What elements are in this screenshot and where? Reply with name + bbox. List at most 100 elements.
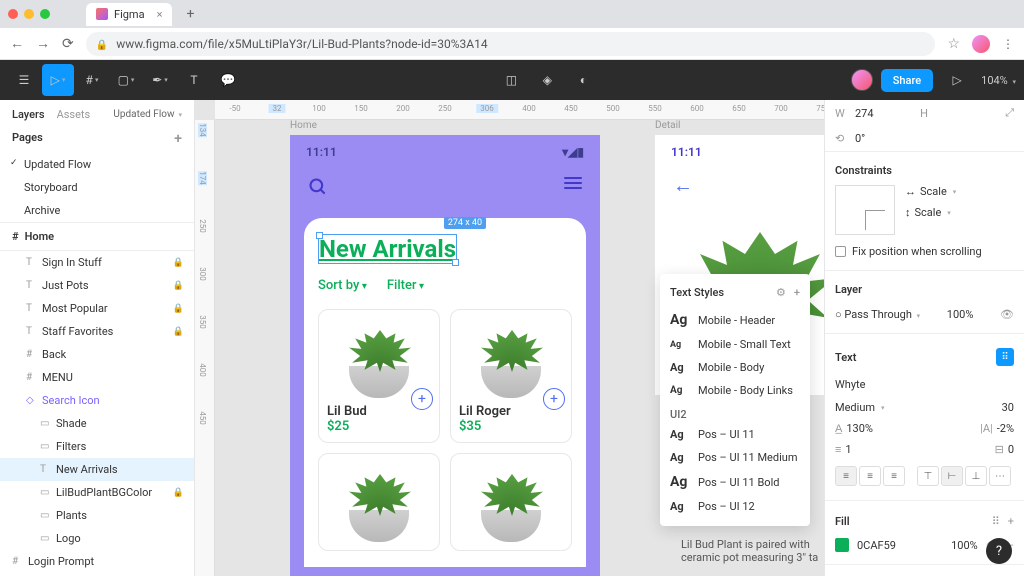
window-controls[interactable]: [8, 9, 50, 19]
layer-item[interactable]: ▭Shade: [0, 412, 194, 435]
home-frame-header[interactable]: # Home: [0, 222, 194, 251]
mask-tool[interactable]: ◈: [531, 64, 563, 96]
page-item[interactable]: Updated Flow: [0, 153, 194, 176]
align-top-button[interactable]: ⊤: [917, 466, 939, 486]
layer-item[interactable]: TStaff Favorites🔒: [0, 320, 194, 343]
back-icon[interactable]: ←: [10, 35, 24, 52]
layer-opacity[interactable]: 100%: [947, 308, 974, 321]
align-center-button[interactable]: ≡: [859, 466, 881, 486]
font-family-select[interactable]: Whyte: [835, 378, 865, 391]
add-style-icon[interactable]: +: [794, 286, 800, 299]
fix-scroll-checkbox[interactable]: [835, 246, 846, 257]
layer-item[interactable]: #Login Prompt: [0, 550, 194, 573]
url-text: www.figma.com/file/x5MuLtiPlaY3r/Lil-Bud…: [116, 37, 487, 51]
tab-close-icon[interactable]: ×: [157, 8, 163, 21]
more-type-button[interactable]: ⋯: [989, 466, 1011, 486]
text-tool[interactable]: T: [178, 64, 210, 96]
comment-tool[interactable]: 💬: [212, 64, 244, 96]
text-style-item[interactable]: AgMobile - Body Links: [660, 379, 810, 402]
font-size-input[interactable]: 30: [929, 401, 1015, 414]
layer-item[interactable]: ▭Logo: [0, 527, 194, 550]
menu-icon[interactable]: ⋮: [1002, 37, 1014, 51]
zoom-level[interactable]: 104% ▾: [981, 74, 1016, 87]
share-button[interactable]: Share: [881, 69, 933, 92]
present-button[interactable]: ▷: [941, 64, 973, 96]
canvas[interactable]: -503210015020025030640045050055060065070…: [195, 100, 824, 576]
line-height-input[interactable]: A̲ 130%: [835, 422, 921, 435]
page-item[interactable]: Archive: [0, 199, 194, 222]
layer-item[interactable]: TNew Arrivals: [0, 458, 194, 481]
frame-home[interactable]: 11:11 ▾◢▮ 274 x 40 New Arrivals Sort by …: [290, 135, 600, 576]
profile-avatar[interactable]: [972, 35, 990, 53]
layer-item[interactable]: ▭Plants: [0, 504, 194, 527]
layer-item[interactable]: #MENU: [0, 366, 194, 389]
frame-label[interactable]: Home: [290, 120, 317, 131]
layer-item[interactable]: TSign In Stuff🔒: [0, 251, 194, 274]
add-page-button[interactable]: +: [174, 131, 182, 147]
lock-icon[interactable]: 🔒: [173, 488, 184, 498]
width-input[interactable]: 274: [855, 107, 914, 120]
style-button[interactable]: ⠿: [996, 348, 1014, 366]
component-tool[interactable]: ◫: [495, 64, 527, 96]
page-item[interactable]: Storyboard: [0, 176, 194, 199]
text-style-item[interactable]: AgPos – UI 11 Medium: [660, 446, 810, 469]
collaborator-avatar[interactable]: [851, 69, 873, 91]
boolean-tool[interactable]: ◐: [567, 64, 599, 96]
pen-tool[interactable]: ✒▾: [144, 64, 176, 96]
fill-color-swatch[interactable]: [835, 538, 849, 552]
paragraph-indent[interactable]: ⊟ 0: [929, 443, 1015, 456]
text-style-item[interactable]: AgMobile - Header: [660, 307, 810, 333]
shape-tool[interactable]: ▢▾: [110, 64, 142, 96]
align-right-button[interactable]: ≡: [883, 466, 905, 486]
main-menu-button[interactable]: ☰: [8, 64, 40, 96]
font-weight-select[interactable]: Medium ▾: [835, 401, 921, 414]
layer-item[interactable]: TMost Popular🔒: [0, 297, 194, 320]
page-selector[interactable]: Updated Flow ▾: [113, 108, 182, 121]
help-button[interactable]: ?: [986, 538, 1012, 564]
text-style-item[interactable]: AgPos – UI 12: [660, 495, 810, 518]
constraints-widget[interactable]: [835, 185, 895, 235]
frame-label[interactable]: Detail: [655, 120, 680, 131]
lock-icon[interactable]: 🔒: [173, 327, 184, 337]
layer-item[interactable]: #Back: [0, 343, 194, 366]
paragraph-spacing[interactable]: ≡ 1: [835, 443, 921, 456]
text-styles-panel[interactable]: Text Styles ⚙ + AgMobile - HeaderAgMobil…: [660, 274, 810, 526]
layer-item[interactable]: ▭LilBudPlantBGColor🔒: [0, 481, 194, 504]
layer-item[interactable]: TJust Pots🔒: [0, 274, 194, 297]
add-fill-icon[interactable]: +: [1008, 515, 1014, 528]
text-style-item[interactable]: AgPos – UI 11: [660, 423, 810, 446]
layers-tab[interactable]: Layers: [12, 108, 45, 121]
align-left-button[interactable]: ≡: [835, 466, 857, 486]
visibility-icon[interactable]: 👁: [1000, 308, 1014, 321]
text-style-item[interactable]: AgPos – UI 11 Bold: [660, 469, 810, 495]
new-tab-button[interactable]: +: [186, 6, 194, 22]
text-style-item[interactable]: AgMobile - Body: [660, 356, 810, 379]
frame-tool[interactable]: #▾: [76, 64, 108, 96]
constrain-icon[interactable]: ⤢: [1005, 106, 1014, 120]
assets-tab[interactable]: Assets: [57, 108, 91, 121]
fill-hex-input[interactable]: 0CAF59: [857, 539, 896, 552]
align-bottom-button[interactable]: ⊥: [965, 466, 987, 486]
selected-text-node[interactable]: 274 x 40 New Arrivals: [318, 234, 457, 264]
address-bar[interactable]: www.figma.com/file/x5MuLtiPlaY3r/Lil-Bud…: [86, 32, 936, 56]
align-middle-button[interactable]: ⊢: [941, 466, 963, 486]
forward-icon[interactable]: →: [36, 35, 50, 52]
v-constraint-select[interactable]: ↕ Scale ▾: [905, 206, 1014, 219]
bookmark-icon[interactable]: ☆: [947, 36, 960, 52]
text-style-item[interactable]: AgMobile - Small Text: [660, 333, 810, 356]
browser-tab[interactable]: Figma ×: [86, 3, 172, 26]
rotation-input[interactable]: 0°: [855, 132, 865, 145]
fill-opacity-input[interactable]: 100%: [951, 539, 978, 552]
blend-mode-select[interactable]: ○ Pass Through ▾: [835, 308, 920, 321]
h-constraint-select[interactable]: ↔ Scale ▾: [905, 185, 1014, 198]
letter-spacing-input[interactable]: |A| -2%: [929, 422, 1015, 435]
layer-item[interactable]: ▭Filters: [0, 435, 194, 458]
move-tool[interactable]: ▷▾: [42, 64, 74, 96]
lock-icon[interactable]: 🔒: [173, 304, 184, 314]
layer-item[interactable]: ◇Search Icon: [0, 389, 194, 412]
reload-icon[interactable]: ⟳: [62, 36, 74, 52]
lock-icon[interactable]: 🔒: [173, 258, 184, 268]
style-icon[interactable]: ⠿: [992, 515, 1000, 528]
settings-icon[interactable]: ⚙: [776, 286, 786, 299]
lock-icon[interactable]: 🔒: [173, 281, 184, 291]
